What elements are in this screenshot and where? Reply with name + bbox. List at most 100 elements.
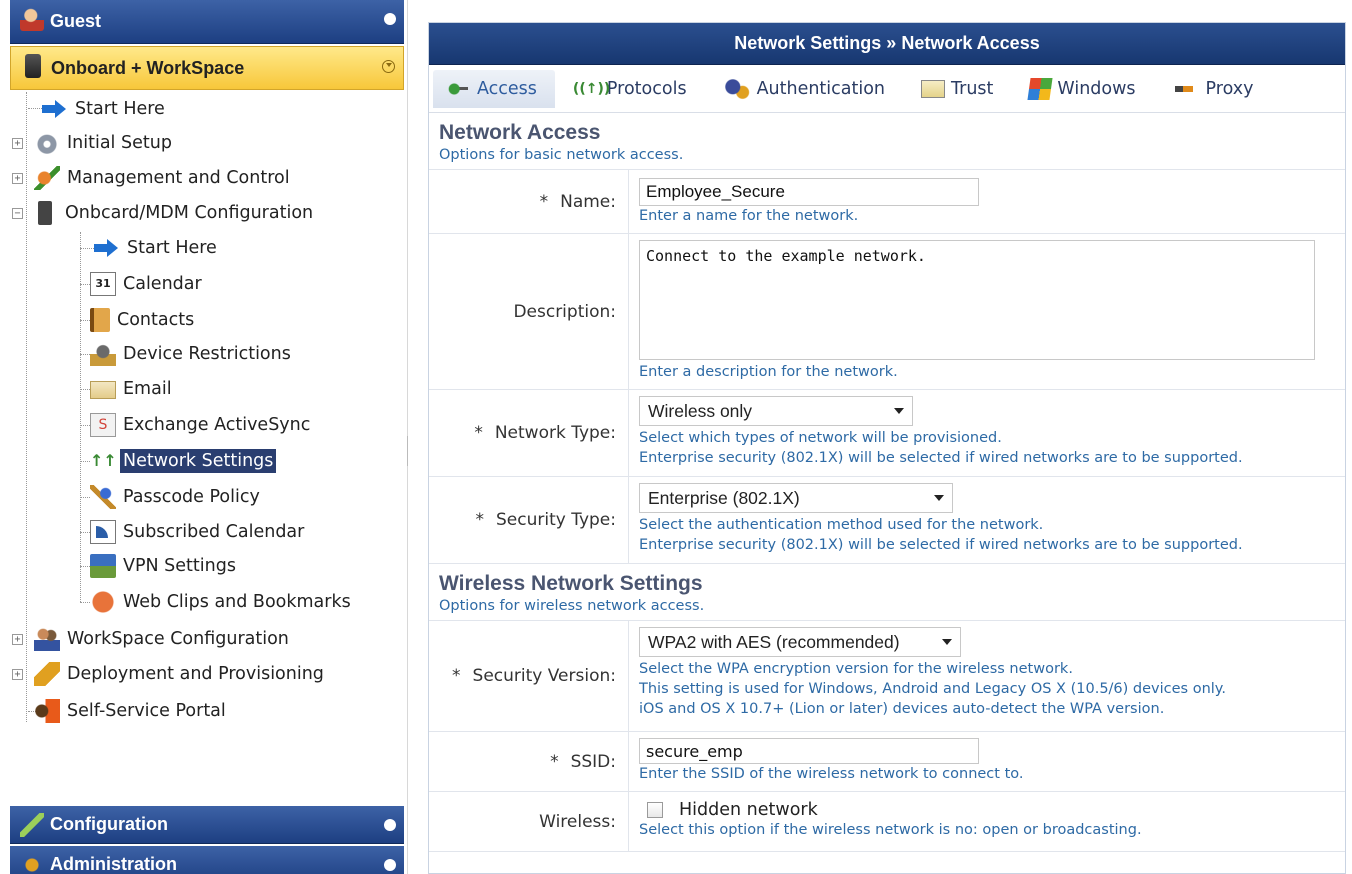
wireless-hint: Select this option if the wireless netwo… (639, 822, 1142, 838)
rss-calendar-icon (90, 520, 116, 544)
tree-item-label: Initial Setup (67, 133, 172, 153)
exchange-sync-icon: S (90, 413, 116, 437)
security-version-hint-3: iOS and OS X 10.7+ (Lion or later) devic… (639, 701, 1165, 717)
tab-protocols[interactable]: ((↑)) Protocols (563, 70, 705, 108)
tree-item-self-service-portal[interactable]: Self-Service Portal (34, 694, 229, 728)
tab-windows[interactable]: Windows (1019, 70, 1153, 108)
tree-item-exchange-activesync[interactable]: S Exchange ActiveSync (90, 408, 313, 442)
wrench-icon (20, 813, 44, 837)
tree-item-onboard-start-here[interactable]: Start Here (94, 231, 220, 265)
administration-section-header[interactable]: Administration (10, 846, 404, 874)
security-version-label: * Security Version: (429, 621, 629, 731)
expand-plus-icon[interactable]: + (12, 669, 23, 680)
wireless-label: Wireless: (429, 792, 629, 851)
network-type-select[interactable]: Wireless only (639, 396, 913, 426)
expand-plus-icon[interactable]: + (12, 634, 23, 645)
tree-item-start-here[interactable]: Start Here (42, 92, 168, 126)
tab-access[interactable]: Access (433, 69, 555, 108)
tree-item-label: Management and Control (67, 168, 290, 188)
guest-section-header[interactable]: Guest (10, 0, 404, 44)
proxy-icon (1171, 77, 1200, 100)
security-type-hint: Select the authentication method used fo… (639, 517, 1044, 533)
tab-label: Trust (951, 78, 994, 99)
name-row: * Name: Employee_Secure Enter a name for… (429, 170, 1345, 234)
mobile-config-icon (38, 201, 52, 225)
tree-item-label: Start Here (127, 238, 217, 258)
onboard-section-header[interactable]: Onboard + WorkSpace (10, 46, 404, 90)
tab-label: Proxy (1205, 78, 1254, 99)
description-row: Description: Connect to the example netw… (429, 234, 1345, 390)
collapse-minus-icon[interactable]: − (12, 208, 23, 219)
collapse-circle-icon[interactable] (382, 60, 395, 73)
ssid-label: * SSID: (429, 732, 629, 791)
tab-authentication[interactable]: Authentication (713, 70, 903, 108)
tab-proxy[interactable]: Proxy (1162, 70, 1272, 108)
tree-item-passcode-policy[interactable]: Passcode Policy (90, 480, 263, 514)
expand-circle-icon[interactable] (384, 819, 396, 831)
expand-circle-icon[interactable] (384, 13, 396, 25)
expand-circle-icon[interactable] (384, 859, 396, 871)
windows-icon (1027, 77, 1053, 100)
ssid-input[interactable]: secure_emp (639, 738, 979, 764)
sidebar: Guest Onboard + WorkSpace Start Here + I… (0, 0, 408, 874)
arrow-right-icon (42, 97, 68, 121)
description-hint: Enter a description for the network. (639, 364, 898, 380)
tree-item-subscribed-calendar[interactable]: Subscribed Calendar (90, 515, 307, 549)
security-type-hint-2: Enterprise security (802.1X) will be sel… (639, 537, 1243, 553)
tab-trust[interactable]: Trust (911, 70, 1011, 108)
tree-item-label: Passcode Policy (123, 487, 260, 507)
field-label: Network Type: (494, 423, 616, 443)
network-type-row: * Network Type: Wireless only Select whi… (429, 390, 1345, 477)
section-title: Wireless Network Settings (439, 572, 703, 595)
tree-item-calendar[interactable]: 31 Calendar (90, 267, 205, 301)
tree-item-device-restrictions[interactable]: Device Restrictions (90, 337, 294, 371)
tree-item-label: Email (123, 379, 172, 399)
tree-item-label: VPN Settings (123, 556, 236, 576)
hidden-network-checkbox[interactable] (647, 802, 663, 818)
expand-plus-icon[interactable]: + (12, 173, 23, 184)
name-hint: Enter a name for the network. (639, 208, 859, 224)
tree-item-label: Contacts (117, 310, 195, 330)
tree-item-onboard-mdm-configuration[interactable]: Onbcard/MDM Configuration (34, 196, 316, 230)
tree-item-initial-setup[interactable]: Initial Setup (34, 126, 175, 160)
hidden-network-option[interactable]: Hidden network (639, 800, 1335, 820)
name-input[interactable]: Employee_Secure (639, 178, 979, 206)
network-icon: ↑↑ (90, 451, 117, 470)
wireless-row: Wireless: Hidden network Select this opt… (429, 792, 1345, 852)
network-type-hint-2: Enterprise security (802.1X) will be sel… (639, 450, 1243, 466)
field-label: Security Version: (472, 666, 616, 686)
tree-item-contacts[interactable]: Contacts (90, 303, 197, 337)
tree-item-label: WorkSpace Configuration (67, 629, 289, 649)
portal-icon (34, 699, 60, 723)
chevron-down-icon (942, 639, 952, 645)
ssid-row: * SSID: secure_emp Enter the SSID of the… (429, 732, 1345, 792)
description-textarea[interactable]: Connect to the example network. (639, 240, 1315, 360)
tree-item-vpn-settings[interactable]: VPN Settings (90, 549, 239, 583)
configuration-section-header[interactable]: Configuration (10, 806, 404, 844)
chevron-down-icon (934, 495, 944, 501)
security-type-select[interactable]: Enterprise (802.1X) (639, 483, 953, 513)
section-title: Network Access (439, 121, 601, 144)
tree-item-label: Web Clips and Bookmarks (123, 592, 351, 612)
tree-item-deployment-and-provisioning[interactable]: Deployment and Provisioning (34, 657, 327, 691)
tree-item-web-clips-and-bookmarks[interactable]: Web Clips and Bookmarks (90, 585, 354, 619)
calendar-icon: 31 (90, 272, 116, 296)
tree-item-label: Exchange ActiveSync (123, 415, 311, 435)
section-subtitle: Options for wireless network access. (439, 598, 705, 614)
description-label: Description: (429, 234, 629, 389)
name-label: * Name: (429, 170, 629, 233)
email-icon (90, 381, 116, 399)
panel-splitter[interactable] (407, 436, 409, 466)
tree-item-label: Onbcard/MDM Configuration (65, 203, 314, 223)
trust-certificate-icon (921, 79, 946, 98)
checkbox-label: Hidden network (679, 800, 818, 820)
web-clips-icon (90, 590, 116, 614)
tree-item-network-settings[interactable]: ↑↑ Network Settings (90, 444, 277, 478)
field-label: Wireless: (539, 811, 616, 832)
tree-item-management-and-control[interactable]: Management and Control (34, 161, 293, 195)
tree-item-workspace-configuration[interactable]: WorkSpace Configuration (34, 622, 292, 656)
tree-item-email[interactable]: Email (90, 372, 175, 406)
expand-plus-icon[interactable]: + (12, 138, 23, 149)
tree-item-label: Subscribed Calendar (123, 522, 305, 542)
security-version-select[interactable]: WPA2 with AES (recommended) (639, 627, 961, 657)
